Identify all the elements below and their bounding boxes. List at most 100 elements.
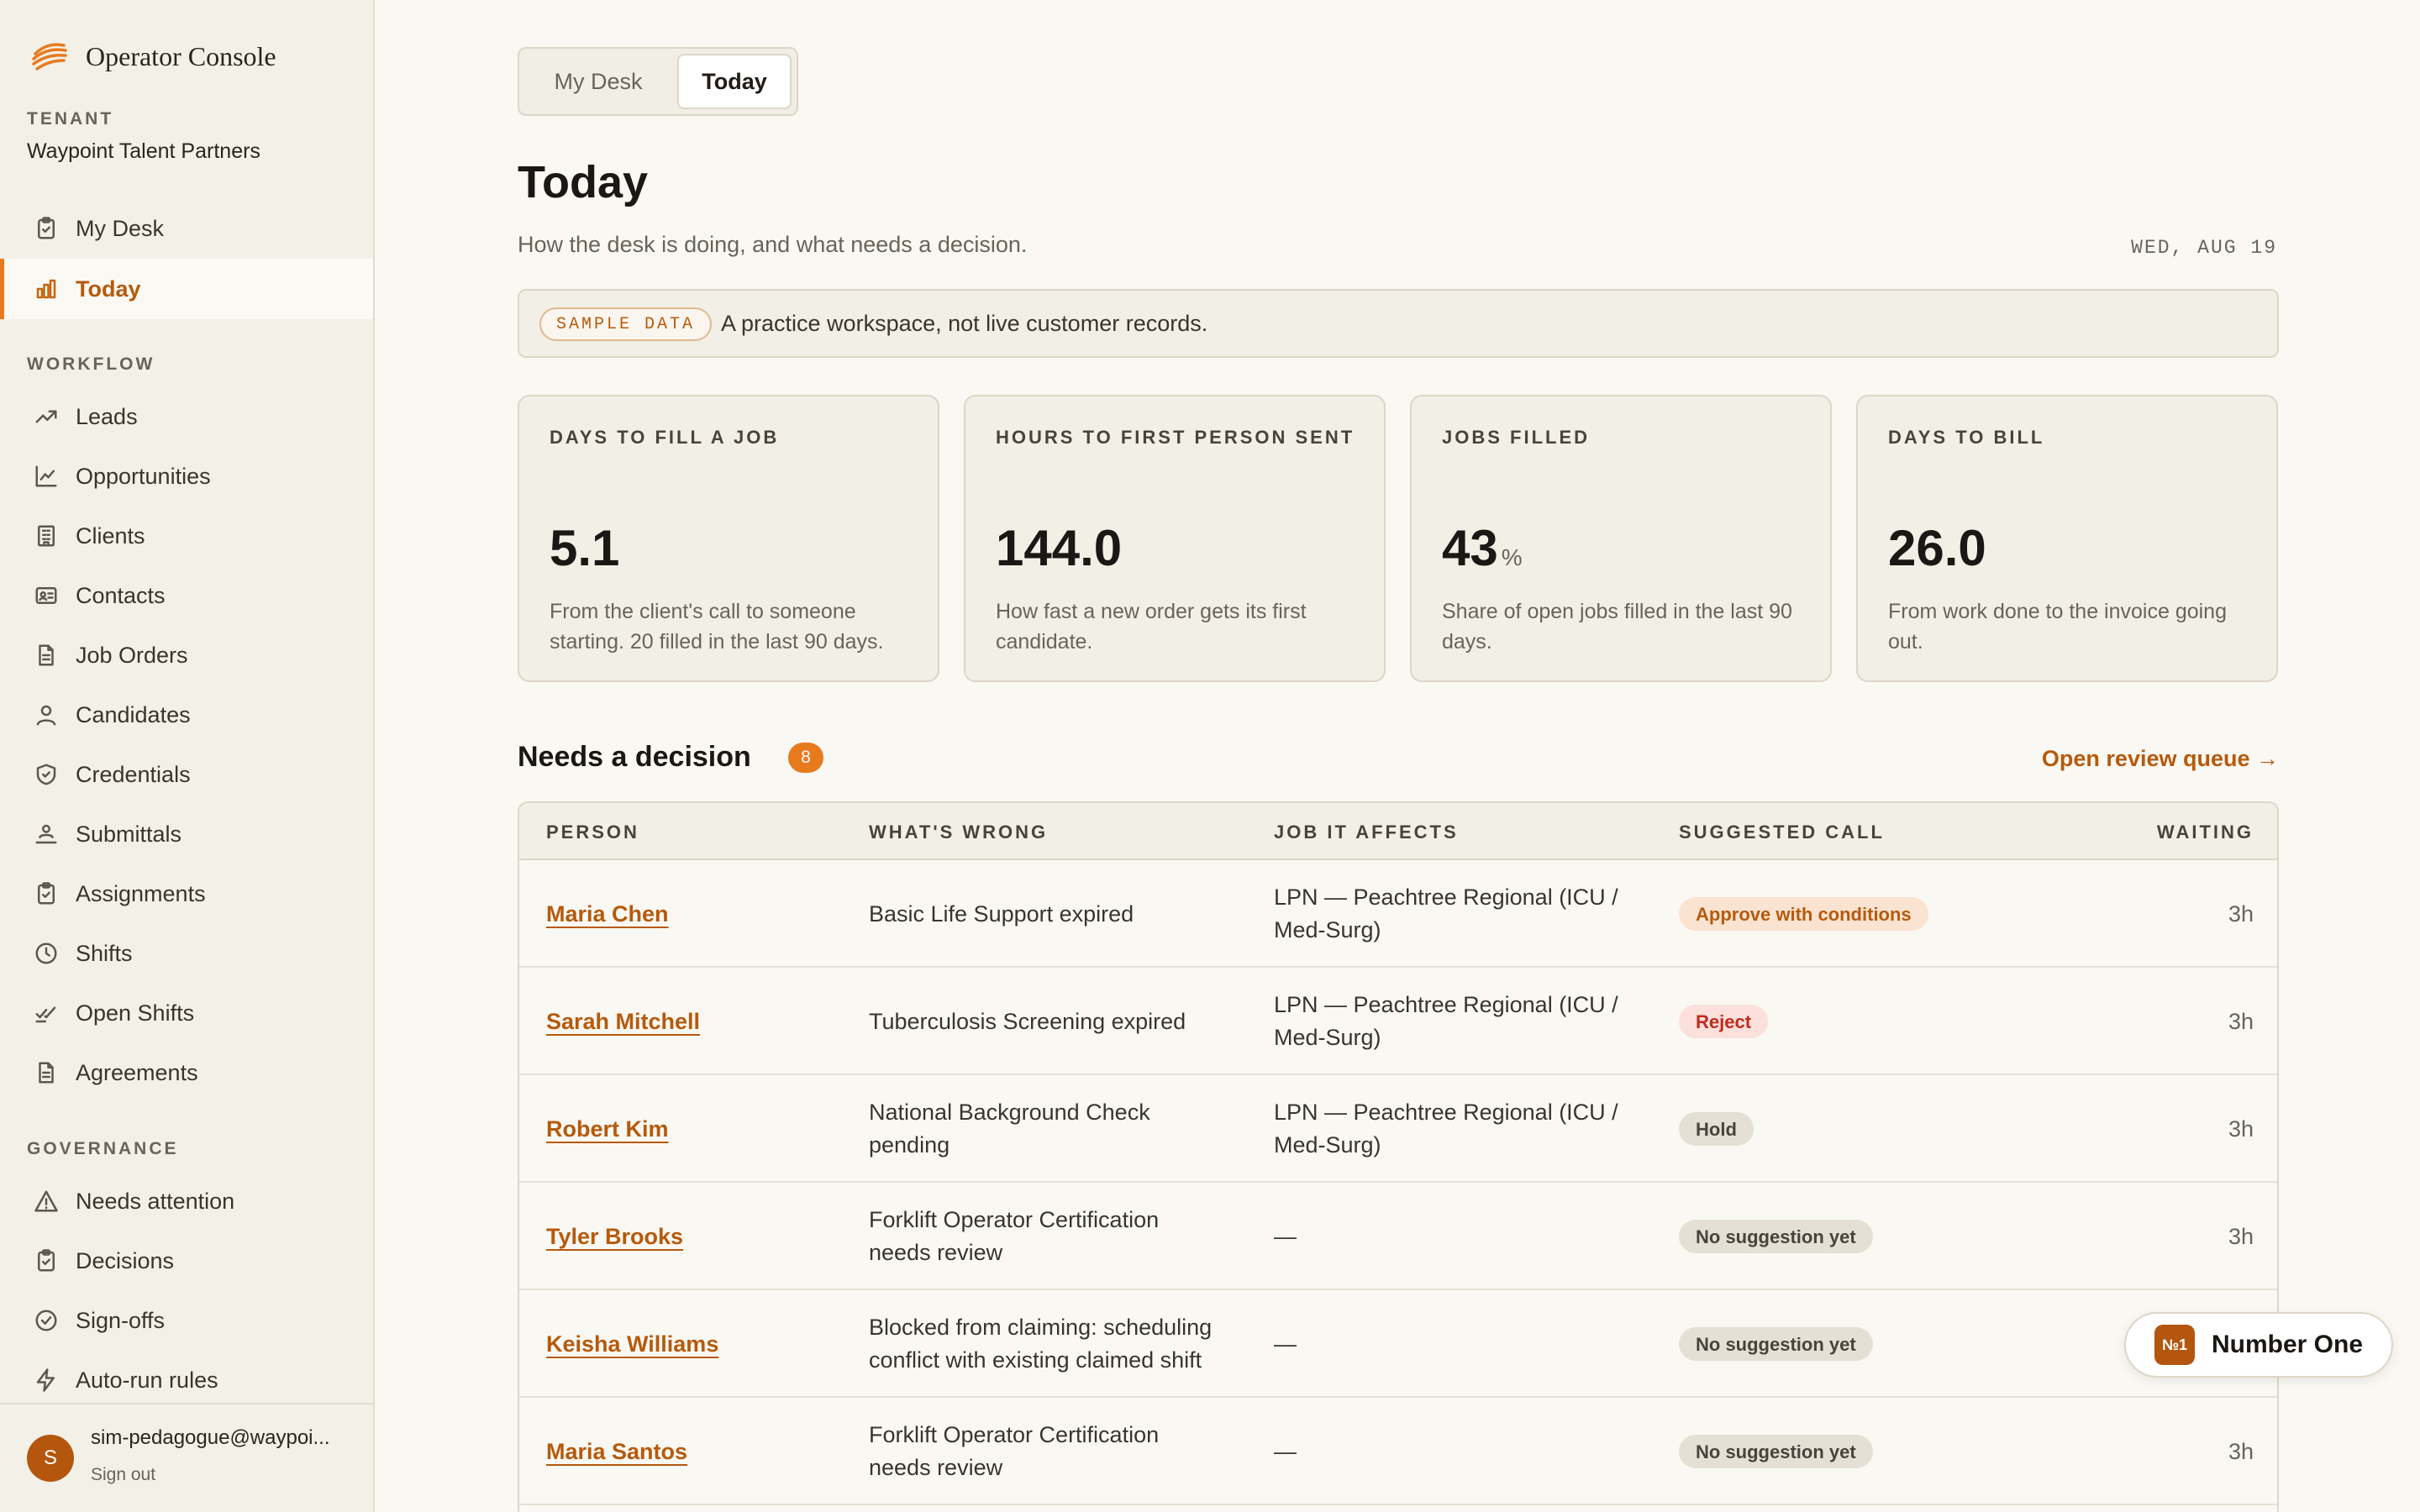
column-header-whats-wrong[interactable]: WHAT'S WRONG xyxy=(869,822,1048,843)
sidebar-item-opportunities[interactable]: Opportunities xyxy=(0,446,373,507)
lightning-icon xyxy=(36,1368,55,1392)
person-link[interactable]: Maria Chen xyxy=(546,898,669,931)
waiting-time: 3h xyxy=(2228,1116,2254,1142)
sidebar-item-leads[interactable]: Leads xyxy=(0,386,373,447)
column-header-job[interactable]: JOB IT AFFECTS xyxy=(1274,822,1459,843)
column-header-waiting[interactable]: WAITING xyxy=(2157,822,2254,843)
sidebar-item-candidates[interactable]: Candidates xyxy=(0,685,373,745)
sidebar-item-label: Assignments xyxy=(76,880,206,906)
sidebar-item-job-orders[interactable]: Job Orders xyxy=(0,625,373,685)
job-text: LPN — Peachtree Regional (ICU / Med-Surg… xyxy=(1274,885,1618,942)
line-chart-icon xyxy=(35,465,57,487)
decisions-table: PERSON WHAT'S WRONG JOB IT AFFECTS SUGGE… xyxy=(518,801,2279,1512)
suggested-call-badge[interactable]: No suggestion yet xyxy=(1679,1327,1873,1361)
person-link[interactable]: Maria Santos xyxy=(546,1436,687,1468)
person-link[interactable]: Robert Kim xyxy=(546,1113,669,1146)
logo-icon xyxy=(32,43,67,71)
sidebar-item-sign-offs[interactable]: Sign-offs xyxy=(0,1290,373,1351)
table-row[interactable]: Maria Chen Basic Life Support expired LP… xyxy=(519,860,2277,968)
sidebar-item-label: Contacts xyxy=(76,582,166,608)
clipboard-icon xyxy=(38,1249,55,1272)
decision-count-badge: 8 xyxy=(788,743,823,773)
metric-label: JOBS FILLED xyxy=(1442,427,1591,448)
sidebar-item-assignments[interactable]: Assignments xyxy=(0,864,373,924)
governance-section-label: GOVERNANCE xyxy=(27,1139,179,1158)
metric-value: 144.0 xyxy=(996,519,1125,577)
tenant-label: TENANT xyxy=(27,109,114,129)
sidebar-item-needs-attention[interactable]: Needs attention xyxy=(0,1171,373,1231)
sidebar-item-label: Leads xyxy=(76,403,138,429)
suggested-call-badge[interactable]: No suggestion yet xyxy=(1679,1435,1873,1468)
metric-card-jobs-filled: JOBS FILLED 43% Share of open jobs fille… xyxy=(1410,395,1832,682)
clock-icon xyxy=(35,942,57,964)
suggested-call-badge[interactable]: Hold xyxy=(1679,1112,1754,1146)
sidebar-item-label: Submittals xyxy=(76,821,182,847)
assistant-badge-icon: №1 xyxy=(2154,1325,2195,1365)
metric-number: 43 xyxy=(1442,520,1498,576)
user-icon xyxy=(36,705,56,726)
job-text: — xyxy=(1274,1331,1297,1357)
metric-number: 26.0 xyxy=(1888,520,1986,576)
table-row[interactable]: Maria Santos Forklift Operator Certifica… xyxy=(519,1398,2277,1505)
avatar[interactable]: S xyxy=(27,1435,74,1482)
metric-card-days-to-bill: DAYS TO BILL 26.0 From work done to the … xyxy=(1856,395,2278,682)
issue-text: Basic Life Support expired xyxy=(869,900,1134,927)
tab-my-desk[interactable]: My Desk xyxy=(524,54,672,109)
sidebar-item-contacts[interactable]: Contacts xyxy=(0,565,373,626)
sidebar-item-label: Needs attention xyxy=(76,1188,235,1214)
sidebar-item-label: Open Shifts xyxy=(76,1000,195,1026)
sidebar-item-label: Decisions xyxy=(76,1247,175,1273)
metric-number: 5.1 xyxy=(550,520,620,576)
sidebar-item-decisions[interactable]: Decisions xyxy=(0,1231,373,1291)
page-subtitle: How the desk is doing, and what needs a … xyxy=(518,232,1028,257)
issue-text: Blocked from claiming: scheduling confli… xyxy=(869,1315,1213,1373)
table-row[interactable]: Sarah Mitchell Tuberculosis Screening ex… xyxy=(519,968,2277,1075)
clipboard-icon xyxy=(38,217,55,239)
issue-text: National Background Check pending xyxy=(869,1100,1150,1158)
tab-today[interactable]: Today xyxy=(677,54,792,109)
brand[interactable]: Operator Console xyxy=(30,37,276,76)
sidebar-item-open-shifts[interactable]: Open Shifts xyxy=(0,983,373,1043)
person-link[interactable]: Sarah Mitchell xyxy=(546,1005,700,1038)
table-row[interactable]: Tyler Brooks Forklift Operator Certifica… xyxy=(519,1183,2277,1290)
suggested-call-badge[interactable]: Approve with conditions xyxy=(1679,897,1928,931)
sidebar-item-shifts[interactable]: Shifts xyxy=(0,923,373,984)
table-row[interactable]: Keisha Williams Blocked from claiming: s… xyxy=(519,1290,2277,1398)
sidebar-item-today[interactable]: Today xyxy=(0,259,373,319)
sign-out-link[interactable]: Sign out xyxy=(91,1465,155,1485)
metric-unit: % xyxy=(1501,544,1523,570)
sidebar-item-auto-run-rules[interactable]: Auto-run rules xyxy=(0,1350,373,1410)
workflow-section-label: WORKFLOW xyxy=(27,354,155,374)
open-review-queue-link[interactable]: Open review queue → xyxy=(1958,746,2279,772)
sidebar-item-credentials[interactable]: Credentials xyxy=(0,744,373,805)
suggested-call-badge[interactable]: No suggestion yet xyxy=(1679,1220,1873,1253)
column-header-suggested-call[interactable]: SUGGESTED CALL xyxy=(1679,822,1885,843)
waiting-time: 3h xyxy=(2228,1008,2254,1034)
sidebar-item-label: My Desk xyxy=(76,215,165,241)
waiting-time: 3h xyxy=(2228,1438,2254,1464)
person-link[interactable]: Tyler Brooks xyxy=(546,1221,683,1253)
sidebar-item-label: Auto-run rules xyxy=(76,1367,218,1393)
sidebar-item-label: Clients xyxy=(76,522,145,549)
sidebar-item-label: Today xyxy=(76,276,141,302)
issue-text: Tuberculosis Screening expired xyxy=(869,1008,1186,1034)
person-link[interactable]: Keisha Williams xyxy=(546,1328,718,1361)
assistant-label: Number One xyxy=(2212,1331,2364,1358)
check-circle-icon xyxy=(35,1310,57,1331)
section-title-needs-decision: Needs a decision xyxy=(518,741,751,773)
metric-description: From the client's call to someone starti… xyxy=(550,600,884,654)
column-header-person[interactable]: PERSON xyxy=(546,822,639,843)
view-switcher: My Desk Today xyxy=(518,47,798,116)
metric-label: DAYS TO FILL A JOB xyxy=(550,427,780,448)
table-row[interactable]: Robert Kim National Background Check pen… xyxy=(519,1075,2277,1183)
sidebar-item-agreements[interactable]: Agreements xyxy=(0,1042,373,1103)
sidebar-item-my-desk[interactable]: My Desk xyxy=(0,198,373,259)
metric-card-hours-to-first-sent: HOURS TO FIRST PERSON SENT 144.0 How fas… xyxy=(964,395,1386,682)
suggested-call-badge[interactable]: Reject xyxy=(1679,1005,1769,1038)
assistant-button[interactable]: №1 Number One xyxy=(2124,1312,2393,1378)
user-email: sim-pedagogue@waypoi... xyxy=(91,1426,330,1449)
sidebar-item-submittals[interactable]: Submittals xyxy=(0,804,373,864)
sample-data-badge: SAMPLE DATA xyxy=(539,307,713,341)
metric-value: 43% xyxy=(1442,519,1523,577)
sidebar-item-clients[interactable]: Clients xyxy=(0,506,373,566)
